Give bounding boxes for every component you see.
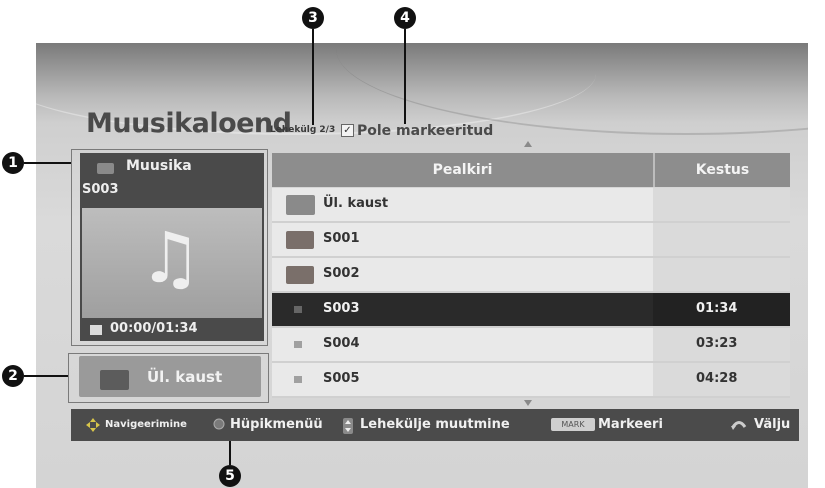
nav-bar: Navigeerimine Hüpikmenüü Lehekülje muutm… — [71, 409, 799, 441]
duration-cell — [653, 188, 790, 221]
return-icon — [731, 421, 747, 430]
item-name: S004 — [323, 336, 360, 351]
music-file-icon — [294, 306, 302, 313]
scroll-down-icon[interactable] — [524, 400, 532, 406]
nav-navigate: Navigeerimine — [105, 419, 187, 430]
callout-badge-4: 4 — [394, 7, 416, 29]
callout-badge-1: 1 — [2, 152, 24, 174]
playback-time: 00:00/01:34 — [110, 321, 198, 336]
item-name: S001 — [323, 231, 360, 246]
folder-icon — [286, 231, 314, 249]
item-name: Ül. kaust — [323, 196, 389, 211]
callout-line — [24, 162, 71, 164]
callout-badge-2: 2 — [2, 365, 24, 387]
folder-up-icon — [286, 195, 315, 215]
item-name: S005 — [323, 371, 360, 386]
info-panel: Muusika S003 ♫ 00:00/01:34 — [80, 153, 264, 341]
up-folder-button[interactable]: Ül. kaust — [79, 356, 261, 397]
mark-status: Pole markeeritud — [357, 123, 494, 139]
page-title: Muusikaloend — [86, 108, 292, 139]
duration-cell — [653, 258, 790, 291]
item-name: S003 — [323, 301, 360, 316]
list-item[interactable]: S002 — [272, 258, 790, 293]
list-item[interactable]: S001 — [272, 223, 790, 258]
music-file-icon — [294, 341, 302, 348]
music-folder-icon — [97, 163, 114, 174]
folder-icon — [286, 266, 314, 284]
check-icon: ✓ — [341, 124, 354, 137]
music-file-icon — [294, 376, 302, 383]
column-duration: Kestus — [695, 162, 750, 178]
nav-page-change: Lehekülje muutmine — [360, 417, 510, 432]
navigate-icon — [86, 418, 100, 432]
list-item-selected[interactable]: S003 01:34 — [272, 293, 790, 328]
column-title: Pealkiri — [432, 162, 493, 178]
item-duration: 04:28 — [696, 371, 738, 386]
nav-exit: Välju — [754, 417, 791, 432]
scroll-up-icon[interactable] — [524, 141, 532, 147]
category-label: Muusika — [126, 158, 192, 174]
list-item[interactable]: Ül. kaust — [272, 188, 790, 223]
stop-icon — [90, 325, 102, 335]
music-note-icon: ♫ — [139, 217, 202, 299]
duration-cell — [653, 223, 790, 256]
ok-button-icon — [213, 418, 225, 430]
mark-key-icon: MARK — [551, 418, 595, 431]
callout-line — [312, 29, 314, 125]
list-item[interactable]: S005 04:28 — [272, 363, 790, 398]
list-item[interactable]: S004 03:23 — [272, 328, 790, 363]
callout-line — [229, 441, 231, 465]
list-header: Pealkiri Kestus — [272, 153, 790, 187]
current-file-name: S003 — [82, 182, 119, 197]
callout-badge-3: 3 — [302, 7, 324, 29]
page-keys-icon — [343, 418, 353, 434]
folder-up-icon — [100, 370, 129, 390]
callout-line — [404, 29, 406, 124]
nav-mark: Markeeri — [598, 417, 663, 432]
page-indicator: Lehekülg 2/3 — [270, 125, 336, 135]
callout-badge-5: 5 — [219, 465, 241, 487]
album-art: ♫ — [82, 208, 262, 318]
callout-line — [24, 375, 68, 377]
up-folder-label: Ül. kaust — [147, 368, 223, 386]
nav-popup: Hüpikmenüü — [230, 417, 323, 432]
item-duration: 03:23 — [696, 336, 738, 351]
item-name: S002 — [323, 266, 360, 281]
item-duration: 01:34 — [696, 301, 738, 316]
